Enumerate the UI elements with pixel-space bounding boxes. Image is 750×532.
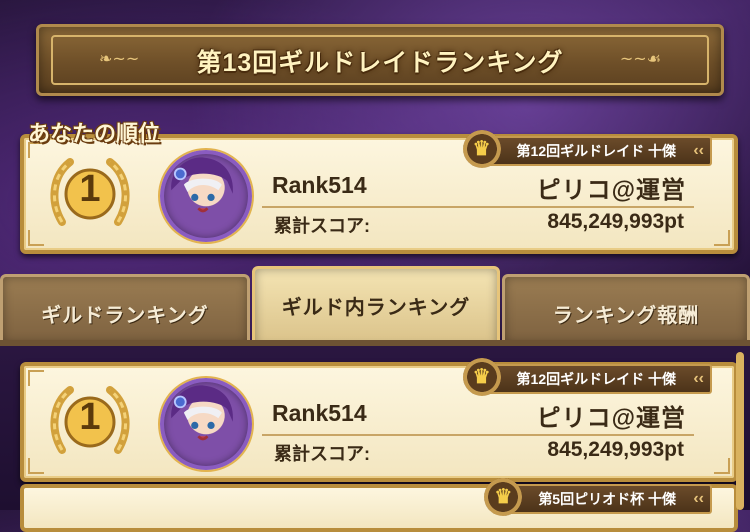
rank-number: 1 [79,168,101,210]
character-portrait-icon [171,157,233,213]
player-name: Rank514 [272,400,367,426]
title-badge[interactable]: ♛ 第12回ギルドレイド 十傑 ‹‹ [462,358,712,396]
card-corner-ornament [28,230,44,246]
avatar[interactable] [160,150,252,242]
chevron-left-icon: ‹‹ [693,490,704,507]
title-badge-label: 第5回ピリオド杯 十傑 [538,491,676,507]
your-rank-label: あなたの順位 [28,121,161,146]
ranking-title: 第13回ギルドレイドランキング [196,49,564,77]
score-label: 累計スコア: [274,444,370,464]
score-row: 累計スコア: 845,249,993pt [262,434,694,466]
card-corner-ornament [714,230,730,246]
rank-number: 1 [79,396,101,438]
tab-guild-ranking[interactable]: ギルドランキング [0,274,250,346]
tab-in-guild-ranking[interactable]: ギルド内ランキング [252,266,500,350]
my-rank-card[interactable]: 1 Rank514 ピリコ@運営 累計スコア: 845,249,993pt ♛ … [20,130,738,254]
tab-label: ギルド内ランキング [281,297,471,319]
guild-name: ピリコ@運営 [536,177,686,204]
crown-icon: ♛ [462,358,501,396]
crown-icon: ♛ [484,478,523,516]
score-label: 累計スコア: [274,216,370,236]
card-corner-ornament [28,458,44,474]
avatar[interactable] [160,378,252,470]
card-corner-ornament [714,458,730,474]
player-name: Rank514 [272,172,367,198]
score-row: 累計スコア: 845,249,993pt [262,206,694,238]
tab-ranking-rewards[interactable]: ランキング報酬 [502,274,750,346]
title-badge-label: 第12回ギルドレイド 十傑 [516,143,676,159]
list-item[interactable]: 1 Rank514 ピリコ@運営 累計スコア: 845,249,993pt ♛ … [20,358,738,482]
chevron-left-icon: ‹‹ [693,370,704,387]
score-value: 845,249,993pt [547,438,684,461]
tab-label: ギルドランキング [41,305,209,327]
ranking-title-banner: ❧~~ ~~☙ 第13回ギルドレイドランキング [36,24,724,96]
score-value: 845,249,993pt [547,210,684,233]
tab-label: ランキング報酬 [552,305,700,327]
title-badge-label: 第12回ギルドレイド 十傑 [516,371,676,387]
card-corner-ornament [28,370,44,386]
chevron-left-icon: ‹‹ [693,142,704,159]
list-item[interactable]: ♛ 第5回ピリオド杯 十傑 ‹‹ [20,478,738,532]
list-scrollbar[interactable] [736,352,744,510]
guild-name: ピリコ@運営 [536,405,686,432]
character-portrait-icon [171,385,233,441]
ranking-tabs: ギルドランキング ギルド内ランキング ランキング報酬 [0,266,750,350]
title-badge[interactable]: ♛ 第12回ギルドレイド 十傑 ‹‹ [462,130,712,168]
crown-icon: ♛ [462,130,501,168]
